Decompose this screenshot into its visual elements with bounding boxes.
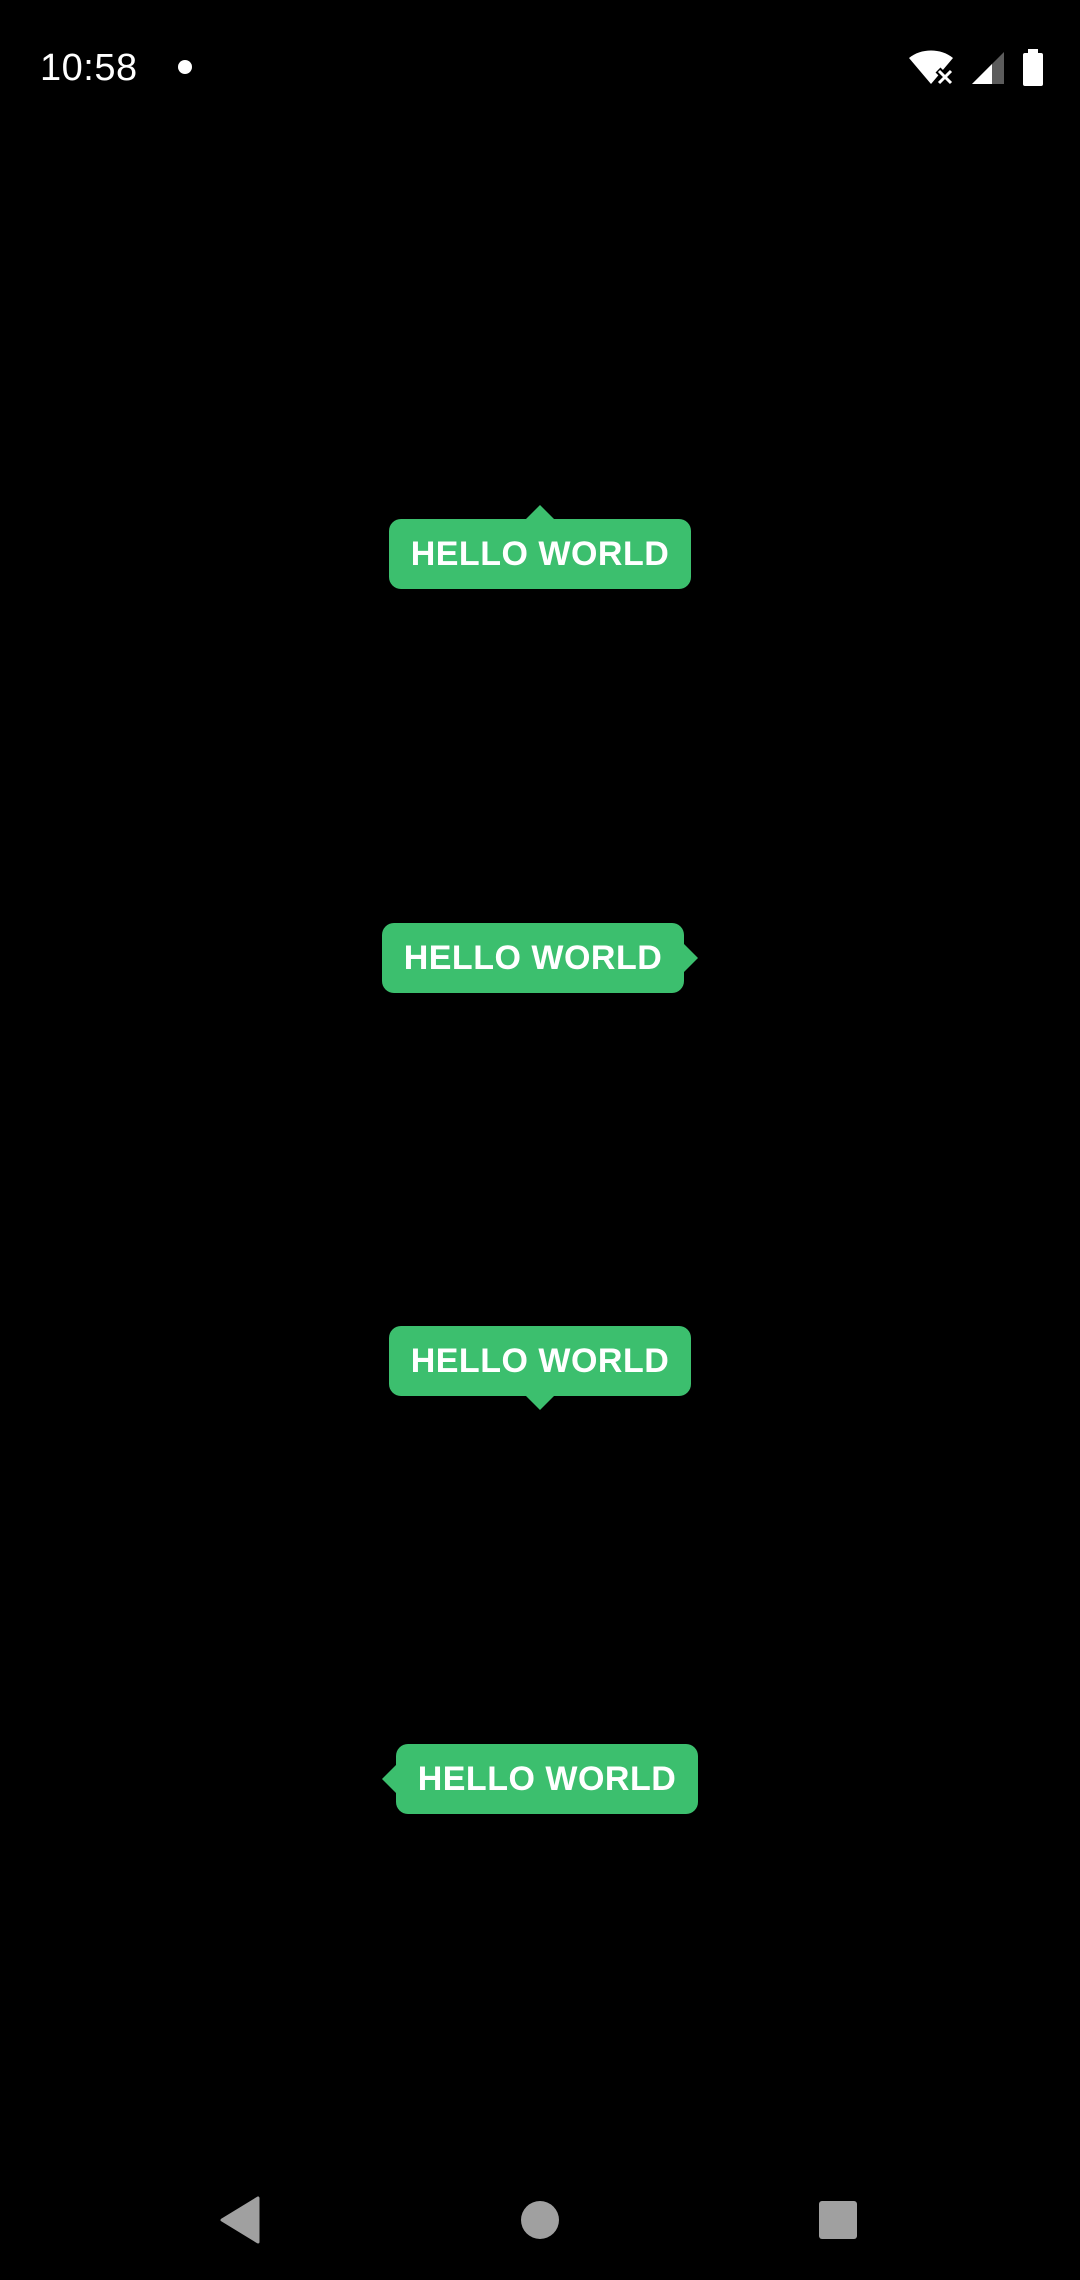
tooltip-arrow-bottom[interactable]: HELLO WORLD (389, 1326, 691, 1410)
back-icon (220, 2196, 260, 2244)
tooltip-arrow-right[interactable]: HELLO WORLD (382, 923, 698, 993)
tooltip-arrow-top[interactable]: HELLO WORLD (389, 505, 691, 589)
tooltip-arrow-left[interactable]: HELLO WORLD (382, 1744, 698, 1814)
tooltip-label: HELLO WORLD (403, 938, 663, 977)
recents-icon (819, 2201, 857, 2239)
signal-icon (970, 50, 1006, 86)
battery-icon (1022, 49, 1044, 87)
tooltip-label: HELLO WORLD (410, 1341, 670, 1380)
wifi-off-icon (908, 50, 954, 86)
navigation-bar (0, 2150, 1080, 2280)
tooltip-label: HELLO WORLD (417, 1759, 677, 1798)
notification-dot-icon (178, 60, 192, 74)
tooltip-label: HELLO WORLD (410, 534, 670, 573)
status-icons (908, 48, 1044, 88)
tooltip-pointer-down (526, 1396, 554, 1410)
tooltip-pointer-up (526, 505, 554, 519)
recents-button[interactable] (808, 2190, 868, 2250)
home-icon (521, 2201, 559, 2239)
tooltip-pointer-left (382, 1765, 396, 1793)
back-button[interactable] (210, 2190, 270, 2250)
status-bar: 10:58 (0, 0, 1080, 136)
home-button[interactable] (510, 2190, 570, 2250)
tooltip-pointer-right (684, 944, 698, 972)
status-time: 10:58 (40, 47, 138, 89)
